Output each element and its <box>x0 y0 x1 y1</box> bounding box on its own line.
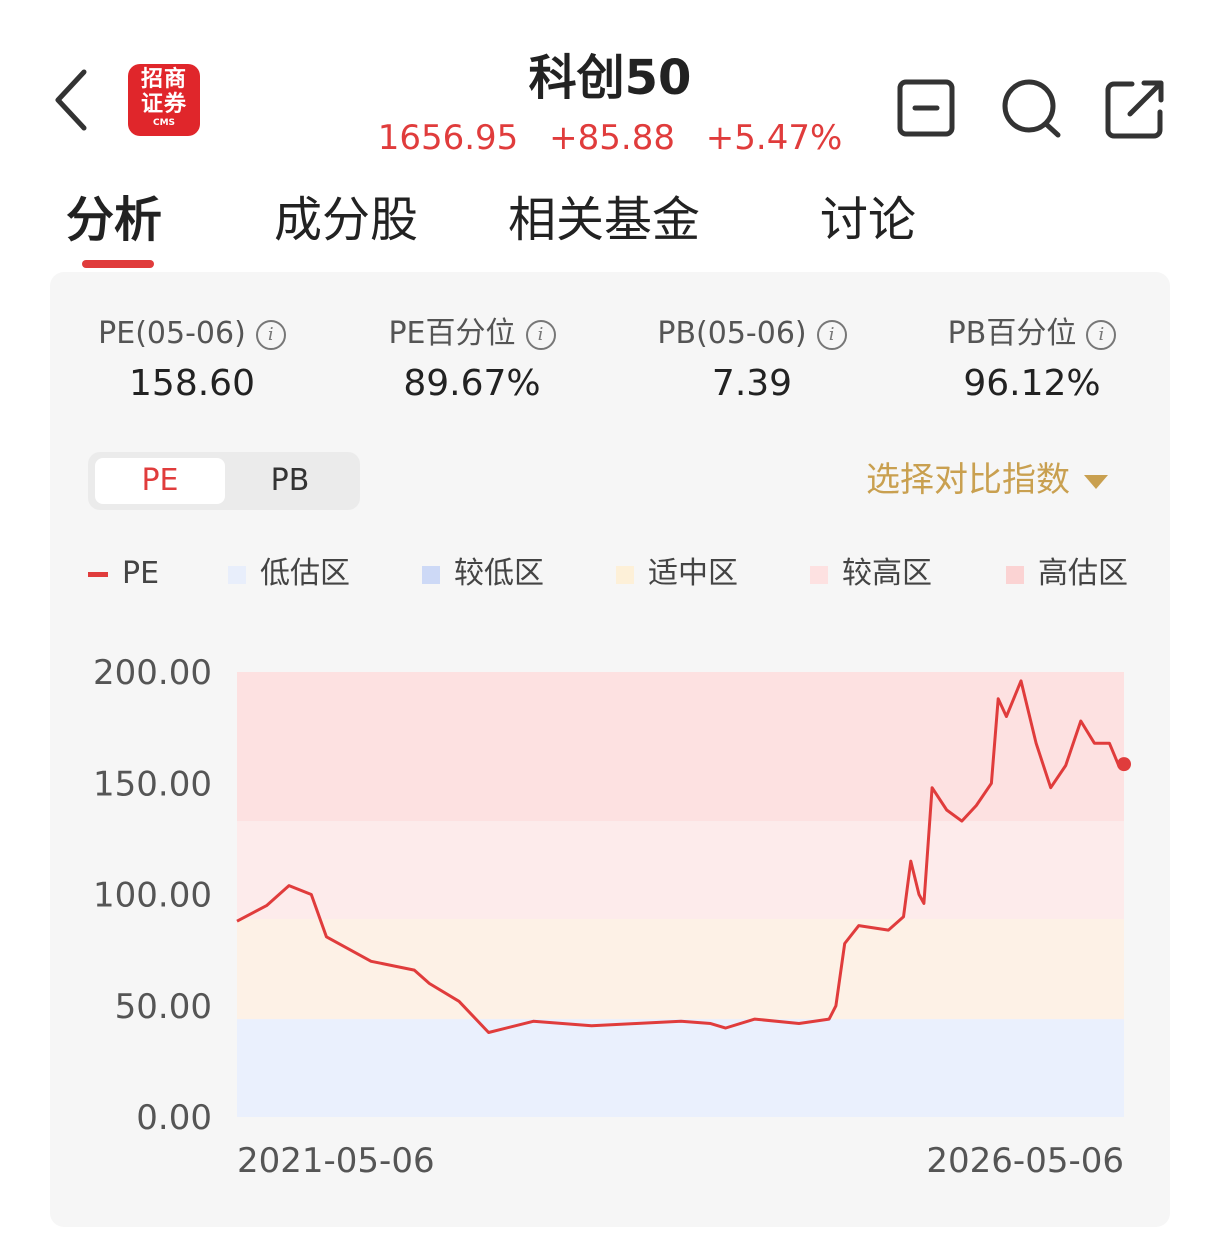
y-tick-label: 200.00 <box>93 653 212 693</box>
zone-band <box>237 672 1124 822</box>
y-tick-label: 50.00 <box>115 987 212 1027</box>
x-tick-label: 2021-05-06 <box>237 1141 435 1181</box>
zone-band <box>237 1019 1124 1117</box>
zone-band <box>237 821 1124 919</box>
pe-last-point <box>1117 757 1131 772</box>
y-tick-label: 0.00 <box>136 1098 212 1138</box>
y-tick-label: 100.00 <box>93 876 212 916</box>
zone-band <box>237 918 1124 1020</box>
x-tick-label: 2026-05-06 <box>926 1141 1124 1181</box>
pe-history-chart: 200.00 150.00 100.00 50.00 0.00 2021-05-06 202… <box>93 653 1131 1181</box>
y-tick-label: 150.00 <box>93 764 212 804</box>
